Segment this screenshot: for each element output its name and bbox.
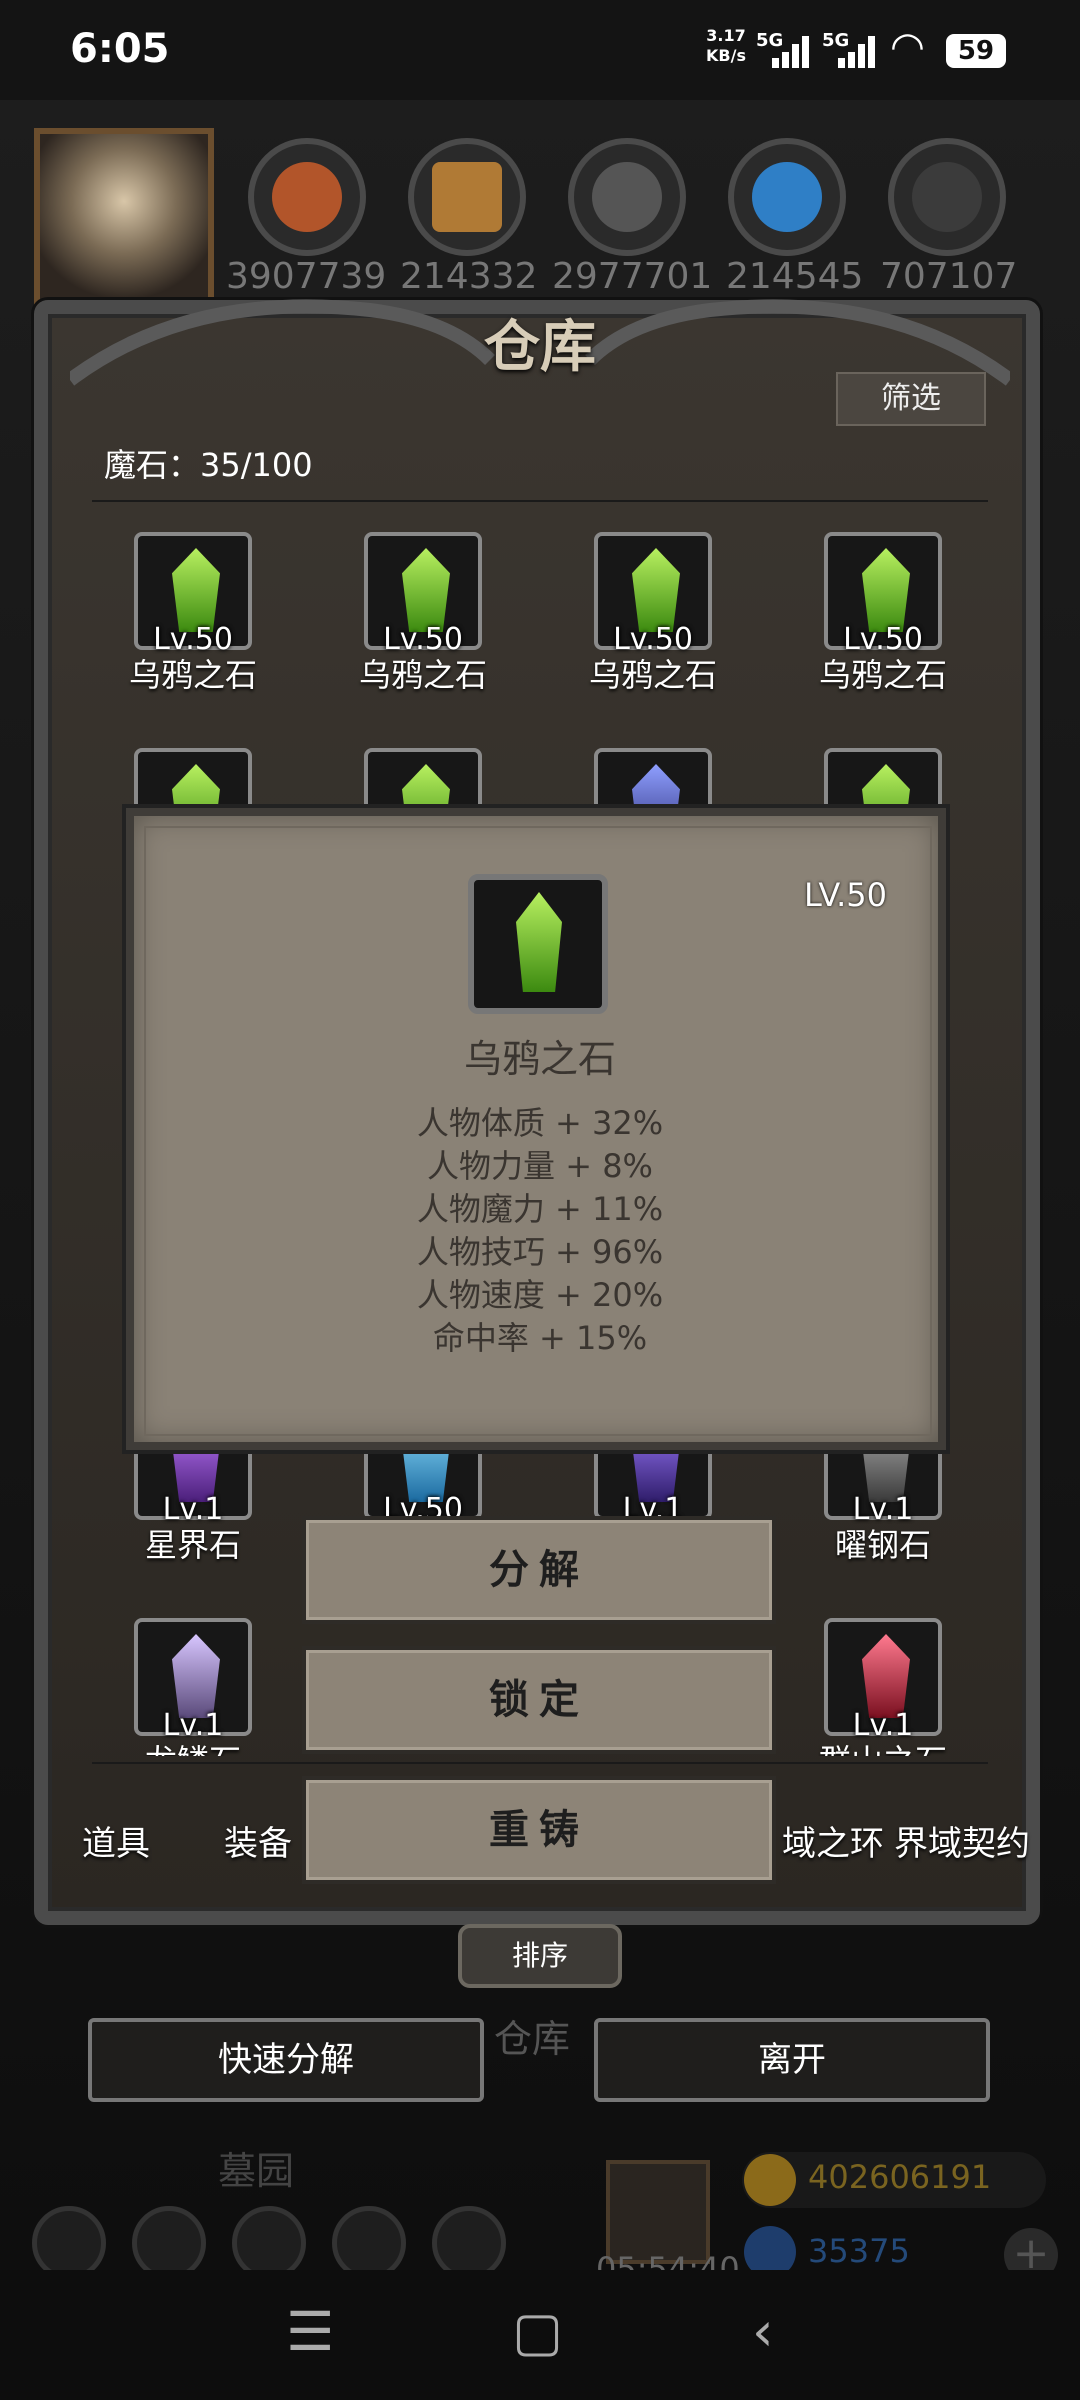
tab-equipment[interactable]: 装备: [224, 1816, 292, 1865]
capacity-label: 魔石：35/100: [104, 446, 313, 484]
inventory-item[interactable]: Lv.50 乌鸦之石: [818, 532, 948, 712]
signal-icon-2: [838, 36, 880, 68]
item-name: 乌鸦之石: [463, 1037, 616, 1081]
resource-icon-wood: [408, 138, 526, 256]
bg-warehouse-label: 仓库: [494, 2017, 571, 2061]
item-level: LV.50: [804, 876, 887, 914]
inventory-item[interactable]: Lv.50 乌鸦之石: [128, 532, 258, 712]
gold-coin-icon: [744, 2154, 796, 2206]
inventory-item[interactable]: Lv.50 乌鸦之石: [358, 532, 488, 712]
tab-ring[interactable]: 域之环: [782, 1816, 884, 1865]
resource-icon-crystal: [728, 138, 846, 256]
wifi-icon: ◠: [890, 24, 925, 70]
battery-icon: 59: [946, 34, 1006, 68]
tab-contract[interactable]: 界域契约: [894, 1816, 1030, 1865]
clock: 6:05: [70, 26, 170, 72]
menu-icon[interactable]: ☰: [286, 2300, 334, 2363]
inventory-item[interactable]: Lv.50 乌鸦之石: [588, 532, 718, 712]
divider: [92, 500, 988, 502]
gold-amount: 402606191: [808, 2158, 992, 2196]
network-speed: 3.17 KB/s: [706, 26, 746, 65]
leave-button[interactable]: 离开: [594, 2018, 990, 2102]
stat-line: 人物技巧 + 96%: [416, 1233, 664, 1271]
stat-line: 命中率 + 15%: [432, 1319, 648, 1357]
lock-button[interactable]: 锁定: [302, 1646, 776, 1754]
status-bar: 6:05 3.17 KB/s 5G 5G ◠ 59: [0, 0, 1080, 100]
tab-items[interactable]: 道具: [82, 1816, 150, 1865]
quick-decompose-button[interactable]: 快速分解: [88, 2018, 484, 2102]
sort-button[interactable]: 排序: [458, 1924, 622, 1988]
decompose-button[interactable]: 分解: [302, 1516, 776, 1624]
star-icon[interactable]: [132, 2206, 206, 2280]
gem-amount: 35375: [808, 2232, 910, 2270]
bg-graveyard-label: 墓园: [218, 2149, 295, 2193]
signal-icon: [772, 36, 814, 68]
stat-line: 人物魔力 + 11%: [416, 1190, 664, 1228]
filter-button[interactable]: 筛选: [836, 372, 986, 426]
home-icon[interactable]: ▢: [512, 2300, 563, 2363]
inventory-item[interactable]: Lv.1 群山之石: [818, 1618, 948, 1756]
settings-icon[interactable]: [32, 2206, 106, 2280]
shield-icon[interactable]: [432, 2206, 506, 2280]
recast-button[interactable]: 重铸: [302, 1776, 776, 1884]
back-icon[interactable]: ‹: [752, 2300, 774, 2363]
item-stats: 人物体质 + 32% 人物力量 + 8% 人物魔力 + 11% 人物技巧 + 9…: [310, 1102, 770, 1360]
stat-line: 人物体质 + 32%: [416, 1104, 664, 1142]
inventory-item[interactable]: Lv.1 龙鳞石: [128, 1618, 258, 1756]
divider: [92, 1762, 988, 1764]
gift-icon[interactable]: [606, 2160, 710, 2264]
stone-icon: [468, 874, 608, 1014]
resource-icon-iron: [888, 138, 1006, 256]
guild-icon[interactable]: [232, 2206, 306, 2280]
panel-title: 仓库: [484, 315, 596, 380]
stat-line: 人物力量 + 8%: [427, 1147, 653, 1185]
stat-line: 人物速度 + 20%: [416, 1276, 664, 1314]
resource-icon-stone: [568, 138, 686, 256]
resource-icon-ore: [248, 138, 366, 256]
mail-icon[interactable]: [332, 2206, 406, 2280]
